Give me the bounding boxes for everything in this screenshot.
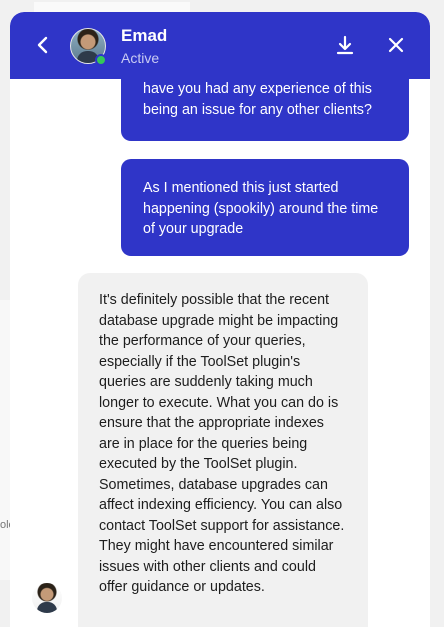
sender-avatar bbox=[32, 583, 62, 613]
chat-header: Emad Active bbox=[10, 12, 430, 79]
outgoing-message: have you had any experience of this bein… bbox=[121, 79, 409, 141]
contact-status: Active bbox=[121, 50, 160, 66]
chevron-left-icon bbox=[37, 36, 48, 54]
close-button[interactable] bbox=[386, 35, 406, 55]
contact-avatar bbox=[70, 28, 107, 66]
message-list[interactable]: have you had any experience of this bein… bbox=[10, 79, 430, 627]
outgoing-message: As I mentioned this just started happeni… bbox=[121, 159, 409, 256]
contact-name: Emad bbox=[121, 26, 168, 45]
incoming-message: It's definitely possible that the recent… bbox=[78, 273, 368, 627]
download-icon bbox=[336, 35, 354, 55]
online-status-dot bbox=[95, 54, 107, 66]
back-button[interactable] bbox=[32, 34, 54, 56]
chat-window: Emad Active have you had any experience … bbox=[10, 12, 430, 627]
download-button[interactable] bbox=[334, 34, 356, 56]
close-icon bbox=[388, 37, 404, 53]
